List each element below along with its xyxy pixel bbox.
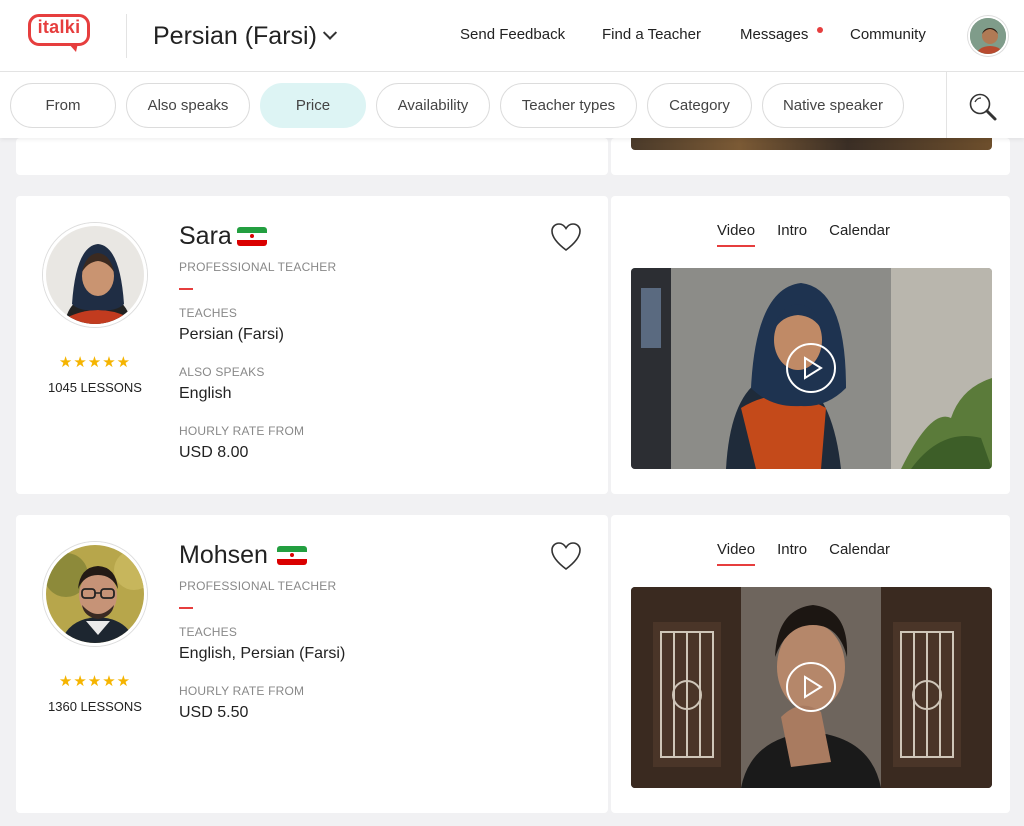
nav-messages[interactable]: Messages bbox=[740, 26, 808, 43]
logo-tail bbox=[68, 43, 78, 52]
tab-calendar[interactable]: Calendar bbox=[829, 541, 890, 566]
nav-find-a-teacher[interactable]: Find a Teacher bbox=[602, 26, 701, 43]
logo-text: italki bbox=[37, 17, 81, 37]
teacher-card-mohsen[interactable]: ★★★★★ 1360 LESSONS Mohsen PROFESSIONAL T… bbox=[16, 515, 608, 813]
play-icon[interactable] bbox=[786, 343, 836, 393]
language-selector[interactable]: Persian (Farsi) bbox=[153, 20, 337, 52]
tab-video[interactable]: Video bbox=[717, 222, 756, 247]
filter-category[interactable]: Category bbox=[647, 83, 752, 128]
teaches-label: TEACHES bbox=[179, 625, 238, 639]
teacher-name[interactable]: Sara bbox=[179, 222, 232, 251]
divider-accent bbox=[179, 607, 193, 609]
teacher-name[interactable]: Mohsen bbox=[179, 541, 268, 570]
language-label: Persian (Farsi) bbox=[153, 21, 317, 50]
also-speaks-value: English bbox=[179, 385, 232, 402]
teacher-card-sara[interactable]: ★★★★★ 1045 LESSONS Sara PROFESSIONAL TEA… bbox=[16, 196, 608, 494]
tab-intro[interactable]: Intro bbox=[777, 222, 807, 247]
video-thumbnail[interactable] bbox=[631, 587, 992, 788]
teaches-value: English, Persian (Farsi) bbox=[179, 645, 346, 662]
filter-bar: From Also speaks Price Availability Teac… bbox=[0, 72, 1024, 138]
iran-flag-icon bbox=[277, 546, 307, 565]
rating-stars: ★★★★★ bbox=[58, 673, 132, 690]
filter-price[interactable]: Price bbox=[260, 83, 366, 128]
italki-logo[interactable]: italki bbox=[28, 14, 92, 54]
video-thumbnail[interactable] bbox=[631, 268, 992, 469]
nav-community[interactable]: Community bbox=[850, 26, 926, 43]
tab-video[interactable]: Video bbox=[717, 541, 756, 566]
teacher-role: PROFESSIONAL TEACHER bbox=[179, 260, 337, 274]
lessons-count: 1360 LESSONS bbox=[48, 699, 142, 714]
iran-flag-icon bbox=[237, 227, 267, 246]
rate-label: HOURLY RATE FROM bbox=[179, 424, 305, 438]
notification-dot-icon bbox=[817, 27, 823, 33]
teacher-media-sara: Video Intro Calendar bbox=[611, 196, 1010, 494]
heart-icon[interactable] bbox=[550, 541, 582, 571]
filter-availability[interactable]: Availability bbox=[376, 83, 490, 128]
tab-calendar[interactable]: Calendar bbox=[829, 222, 890, 247]
also-speaks-label: ALSO SPEAKS bbox=[179, 365, 265, 379]
chevron-down-icon bbox=[322, 25, 337, 40]
teacher-avatar-mohsen[interactable] bbox=[43, 542, 147, 646]
rating-stars: ★★★★★ bbox=[58, 354, 132, 371]
media-tabs: Video Intro Calendar bbox=[717, 222, 912, 247]
rate-label: HOURLY RATE FROM bbox=[179, 684, 305, 698]
filter-native-speaker[interactable]: Native speaker bbox=[762, 83, 904, 128]
lessons-count: 1045 LESSONS bbox=[48, 380, 142, 395]
tab-intro[interactable]: Intro bbox=[777, 541, 807, 566]
teacher-avatar-sara[interactable] bbox=[43, 223, 147, 327]
user-avatar[interactable] bbox=[968, 16, 1008, 56]
rate-value: USD 8.00 bbox=[179, 444, 249, 461]
teaches-label: TEACHES bbox=[179, 306, 238, 320]
previous-teacher-card bbox=[16, 138, 608, 175]
search-icon[interactable] bbox=[966, 90, 1000, 124]
top-header: italki Persian (Farsi) Send Feedback Fin… bbox=[0, 0, 1024, 72]
divider-accent bbox=[179, 288, 193, 290]
teacher-role: PROFESSIONAL TEACHER bbox=[179, 579, 337, 593]
rate-value: USD 5.50 bbox=[179, 704, 249, 721]
filter-divider bbox=[946, 72, 947, 138]
previous-video-thumbnail[interactable] bbox=[631, 138, 992, 150]
filter-teacher-types[interactable]: Teacher types bbox=[500, 83, 637, 128]
filter-from[interactable]: From bbox=[10, 83, 116, 128]
media-tabs: Video Intro Calendar bbox=[717, 541, 912, 566]
filter-also-speaks[interactable]: Also speaks bbox=[126, 83, 250, 128]
header-divider bbox=[126, 14, 127, 58]
play-icon[interactable] bbox=[786, 662, 836, 712]
nav-send-feedback[interactable]: Send Feedback bbox=[460, 26, 565, 43]
teacher-media-mohsen: Video Intro Calendar bbox=[611, 515, 1010, 813]
teaches-value: Persian (Farsi) bbox=[179, 326, 284, 343]
heart-icon[interactable] bbox=[550, 222, 582, 252]
